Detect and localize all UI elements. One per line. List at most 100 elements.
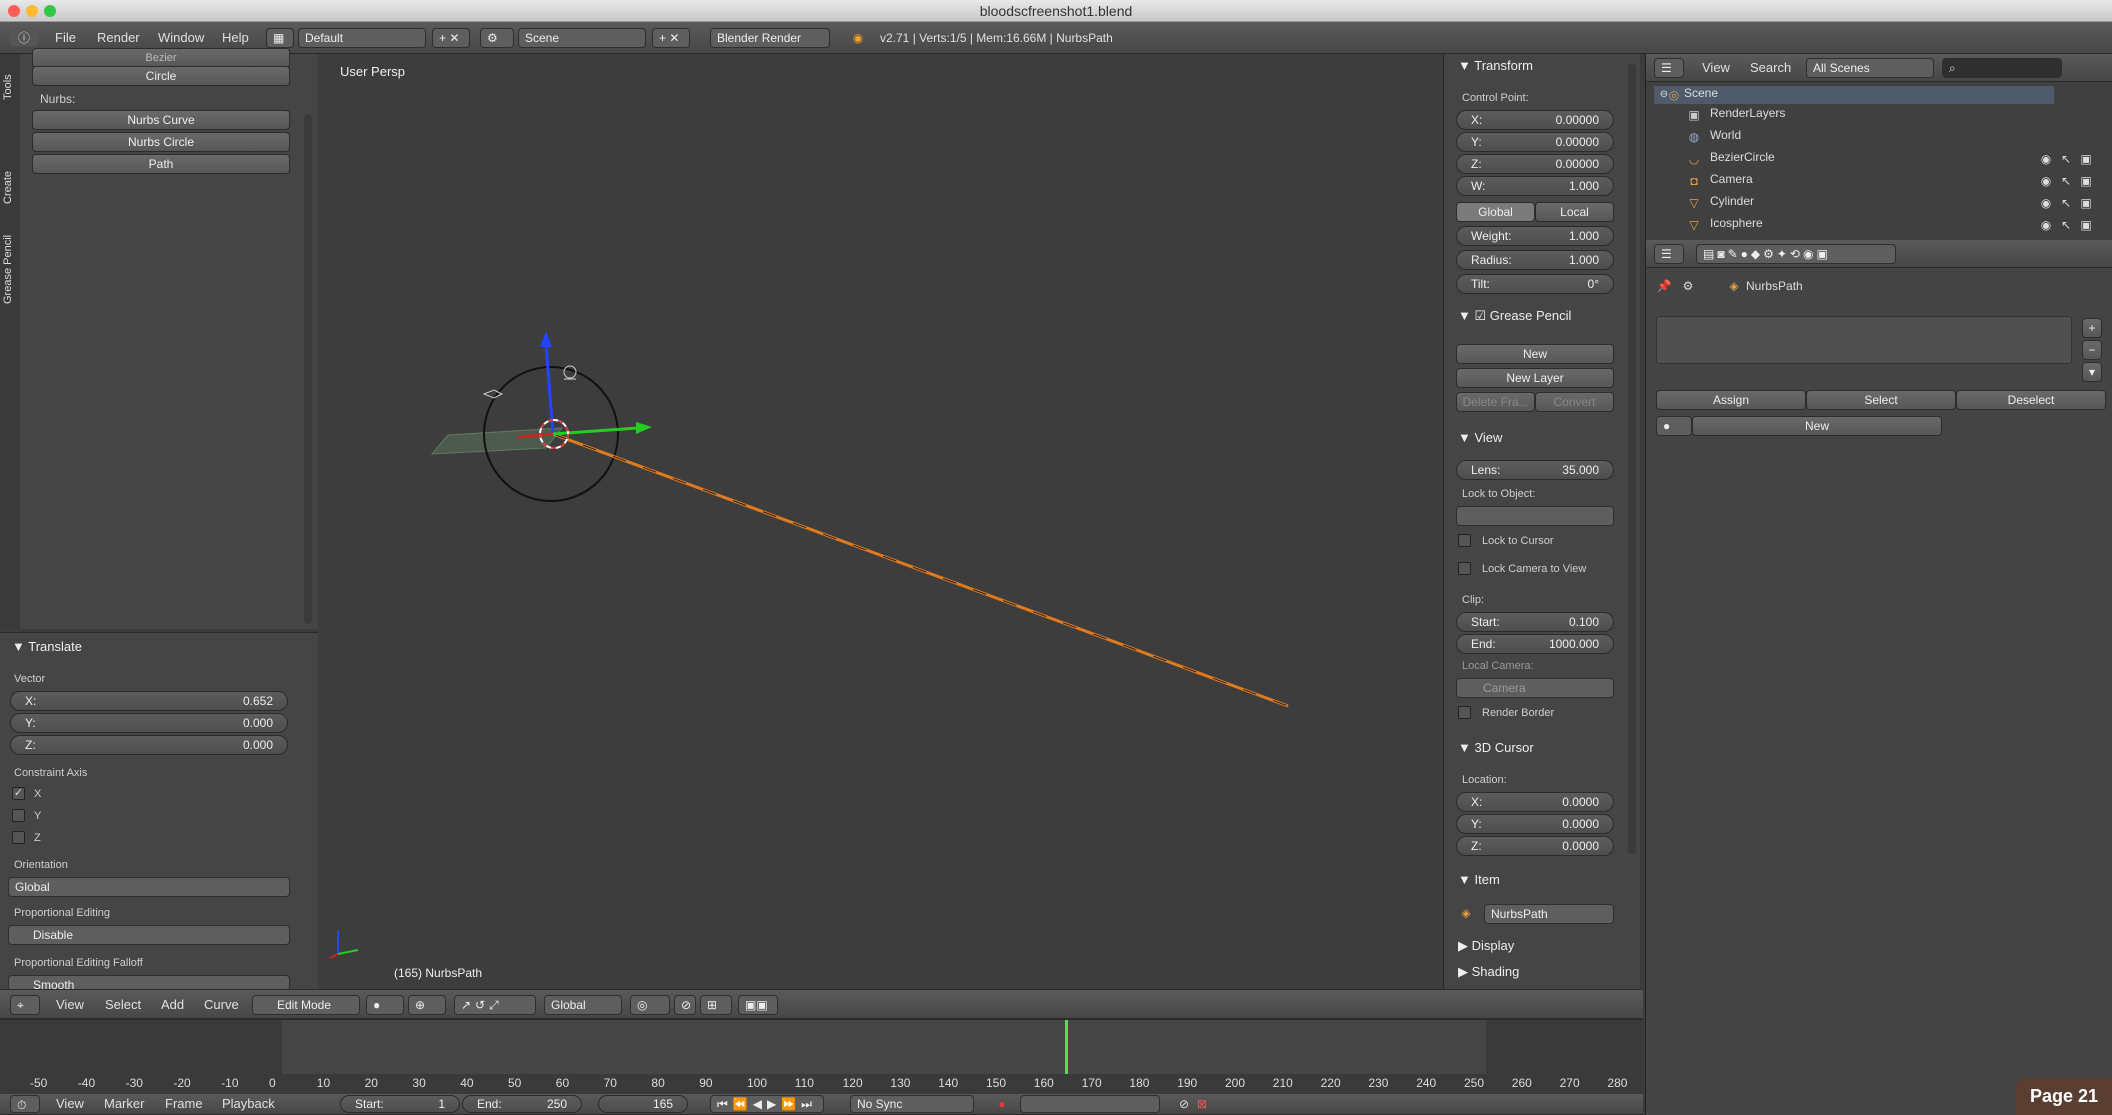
close-window-button[interactable] bbox=[8, 5, 20, 17]
prop-edit-select[interactable]: Disable bbox=[8, 925, 290, 945]
convert-button[interactable]: Convert bbox=[1535, 392, 1614, 412]
vector-z-field[interactable]: Z: 0.000 bbox=[10, 735, 288, 755]
insert-keyframe-icon[interactable]: ⊘ bbox=[1176, 1096, 1192, 1112]
outliner-editor-icon[interactable]: ☰ bbox=[1654, 58, 1684, 78]
weight-field[interactable]: Weight: 1.000 bbox=[1456, 226, 1614, 246]
timeline-menu-marker[interactable]: Marker bbox=[104, 1093, 144, 1115]
constraint-y-checkbox[interactable] bbox=[12, 809, 25, 822]
cp-y-field[interactable]: Y: 0.00000 bbox=[1456, 132, 1614, 152]
cp-z-field[interactable]: Z: 0.00000 bbox=[1456, 154, 1614, 174]
menu-file[interactable]: File bbox=[55, 27, 76, 49]
orientation-select[interactable]: Global bbox=[8, 877, 290, 897]
vector-y-field[interactable]: Y: 0.000 bbox=[10, 713, 288, 733]
clip-end-field[interactable]: End: 1000.000 bbox=[1456, 634, 1614, 654]
add-slot-button[interactable]: + bbox=[2082, 318, 2102, 338]
tab-create[interactable]: Create bbox=[2, 158, 14, 204]
outliner-row-icosphere[interactable]: Icosphere bbox=[1654, 216, 2054, 234]
outliner-row-renderlayers[interactable]: RenderLayers bbox=[1654, 106, 2054, 124]
select-arrow-icon[interactable]: ↖ bbox=[2058, 151, 2074, 167]
visibility-eye-icon[interactable]: ◉ bbox=[2038, 195, 2054, 211]
scene-add-remove[interactable]: + ✕ bbox=[652, 28, 690, 48]
cursor-x-field[interactable]: X: 0.0000 bbox=[1456, 792, 1614, 812]
3d-editor-icon[interactable]: ⌖ bbox=[10, 995, 40, 1015]
outliner-menu-view[interactable]: View bbox=[1702, 57, 1730, 79]
properties-context-tabs[interactable]: ▤◙✎●◆⚙✦⟲◉▣ bbox=[1696, 244, 1896, 264]
pivot-select[interactable]: ⊕ bbox=[408, 995, 446, 1015]
select-arrow-icon[interactable]: ↖ bbox=[2058, 217, 2074, 233]
operator-title[interactable]: ▼ Translate bbox=[12, 639, 82, 654]
tab-grease-pencil[interactable]: Grease Pencil bbox=[2, 214, 14, 304]
assign-button[interactable]: Assign bbox=[1656, 390, 1806, 410]
properties-editor-icon[interactable]: ☰ bbox=[1654, 244, 1684, 264]
material-browse-icon[interactable]: ● bbox=[1656, 416, 1692, 436]
select-arrow-icon[interactable]: ↖ bbox=[2058, 195, 2074, 211]
zoom-window-button[interactable] bbox=[44, 5, 56, 17]
timeline-editor-icon[interactable]: ⏱ bbox=[10, 1095, 40, 1113]
cursor-z-field[interactable]: Z: 0.0000 bbox=[1456, 836, 1614, 856]
menu-window[interactable]: Window bbox=[158, 27, 204, 49]
playback-controls[interactable]: ⏮⏪◀▶⏩⏭ bbox=[710, 1095, 824, 1113]
radius-field[interactable]: Radius: 1.000 bbox=[1456, 250, 1614, 270]
render-preview-buttons[interactable]: ▣▣ bbox=[738, 995, 778, 1015]
new-layer-button[interactable]: New Layer bbox=[1456, 368, 1614, 388]
render-camera-icon[interactable]: ▣ bbox=[2078, 173, 2094, 189]
manipulator-buttons[interactable]: ↗↺⤢ bbox=[454, 995, 536, 1015]
outliner-row-scene[interactable]: Scene bbox=[1654, 86, 2054, 104]
timeline-menu-playback[interactable]: Playback bbox=[222, 1093, 275, 1115]
local-camera-field[interactable]: Camera bbox=[1456, 678, 1614, 698]
select-arrow-icon[interactable]: ↖ bbox=[2058, 173, 2074, 189]
cursor-panel-header[interactable]: ▼ 3D Cursor bbox=[1458, 740, 1534, 755]
current-frame-marker[interactable] bbox=[1064, 1020, 1068, 1074]
grease-new-button[interactable]: New bbox=[1456, 344, 1614, 364]
shading-panel-header[interactable]: ▶ Shading bbox=[1458, 964, 1519, 980]
constraint-z-checkbox[interactable] bbox=[12, 831, 25, 844]
3d-menu-add[interactable]: Add bbox=[161, 994, 184, 1016]
snap-element-select[interactable]: ⊞ bbox=[700, 995, 732, 1015]
3d-menu-select[interactable]: Select bbox=[105, 994, 141, 1016]
timeline-menu-view[interactable]: View bbox=[56, 1093, 84, 1115]
layout-selector[interactable]: Default bbox=[298, 28, 426, 48]
cp-x-field[interactable]: X: 0.00000 bbox=[1456, 110, 1614, 130]
3d-menu-view[interactable]: View bbox=[56, 994, 84, 1016]
outliner-search-input[interactable]: ⌕ bbox=[1942, 58, 2062, 78]
menu-help[interactable]: Help bbox=[222, 27, 249, 49]
keying-set-field[interactable] bbox=[1020, 1095, 1160, 1113]
bezier-button[interactable]: Bezier bbox=[32, 48, 290, 68]
outliner-row-camera[interactable]: Camera bbox=[1654, 172, 2054, 190]
render-camera-icon[interactable]: ▣ bbox=[2078, 151, 2094, 167]
material-new-button[interactable]: New bbox=[1692, 416, 1942, 436]
pin-icon[interactable]: 📌 bbox=[1656, 278, 1672, 294]
constraint-x-checkbox[interactable]: ✓ bbox=[12, 787, 25, 800]
proportional-edit-button[interactable]: ◎ bbox=[630, 995, 670, 1015]
outliner-filter-select[interactable]: All Scenes bbox=[1806, 58, 1934, 78]
global-toggle[interactable]: Global bbox=[1456, 202, 1535, 222]
shading-select[interactable]: ● bbox=[366, 995, 404, 1015]
render-engine-select[interactable]: Blender Render bbox=[710, 28, 830, 48]
tilt-field[interactable]: Tilt: 0° bbox=[1456, 274, 1614, 294]
display-panel-header[interactable]: ▶ Display bbox=[1458, 938, 1514, 954]
visibility-eye-icon[interactable]: ◉ bbox=[2038, 217, 2054, 233]
clip-start-field[interactable]: Start: 0.100 bbox=[1456, 612, 1614, 632]
scene-icon[interactable]: ⚙ bbox=[480, 28, 514, 48]
n-panel-scrollbar[interactable] bbox=[1628, 64, 1636, 854]
outliner-menu-search[interactable]: Search bbox=[1750, 57, 1791, 79]
path-button[interactable]: Path bbox=[32, 154, 290, 174]
visibility-eye-icon[interactable]: ◉ bbox=[2038, 173, 2054, 189]
3d-viewport[interactable]: User Persp (165) NurbsPath bbox=[318, 54, 1443, 989]
outliner-row-cylinder[interactable]: Cylinder bbox=[1654, 194, 2054, 212]
local-toggle[interactable]: Local bbox=[1535, 202, 1614, 222]
delete-keyframe-icon[interactable]: ⊠ bbox=[1194, 1096, 1210, 1112]
transform-orientation-select[interactable]: Global bbox=[544, 995, 622, 1015]
tab-tools[interactable]: Tools bbox=[2, 60, 14, 100]
lock-object-field[interactable] bbox=[1456, 506, 1614, 526]
view-panel-header[interactable]: ▼ View bbox=[1458, 430, 1502, 445]
material-slot-list[interactable] bbox=[1656, 316, 2072, 364]
timeline-editor[interactable]: -50 -40 -30 -20 -10 0 10 20 30 40 50 60 70 80 90 100 110… bbox=[0, 1019, 1643, 1094]
cursor-y-field[interactable]: Y: 0.0000 bbox=[1456, 814, 1614, 834]
outliner-row-beziercircle[interactable]: BezierCircle bbox=[1654, 150, 2054, 168]
editor-type-icon[interactable]: ⓘ bbox=[10, 30, 38, 46]
lock-camera-checkbox[interactable] bbox=[1458, 562, 1471, 575]
transform-panel-header[interactable]: ▼ Transform bbox=[1458, 58, 1533, 73]
render-border-checkbox[interactable] bbox=[1458, 706, 1471, 719]
remove-slot-button[interactable]: − bbox=[2082, 340, 2102, 360]
